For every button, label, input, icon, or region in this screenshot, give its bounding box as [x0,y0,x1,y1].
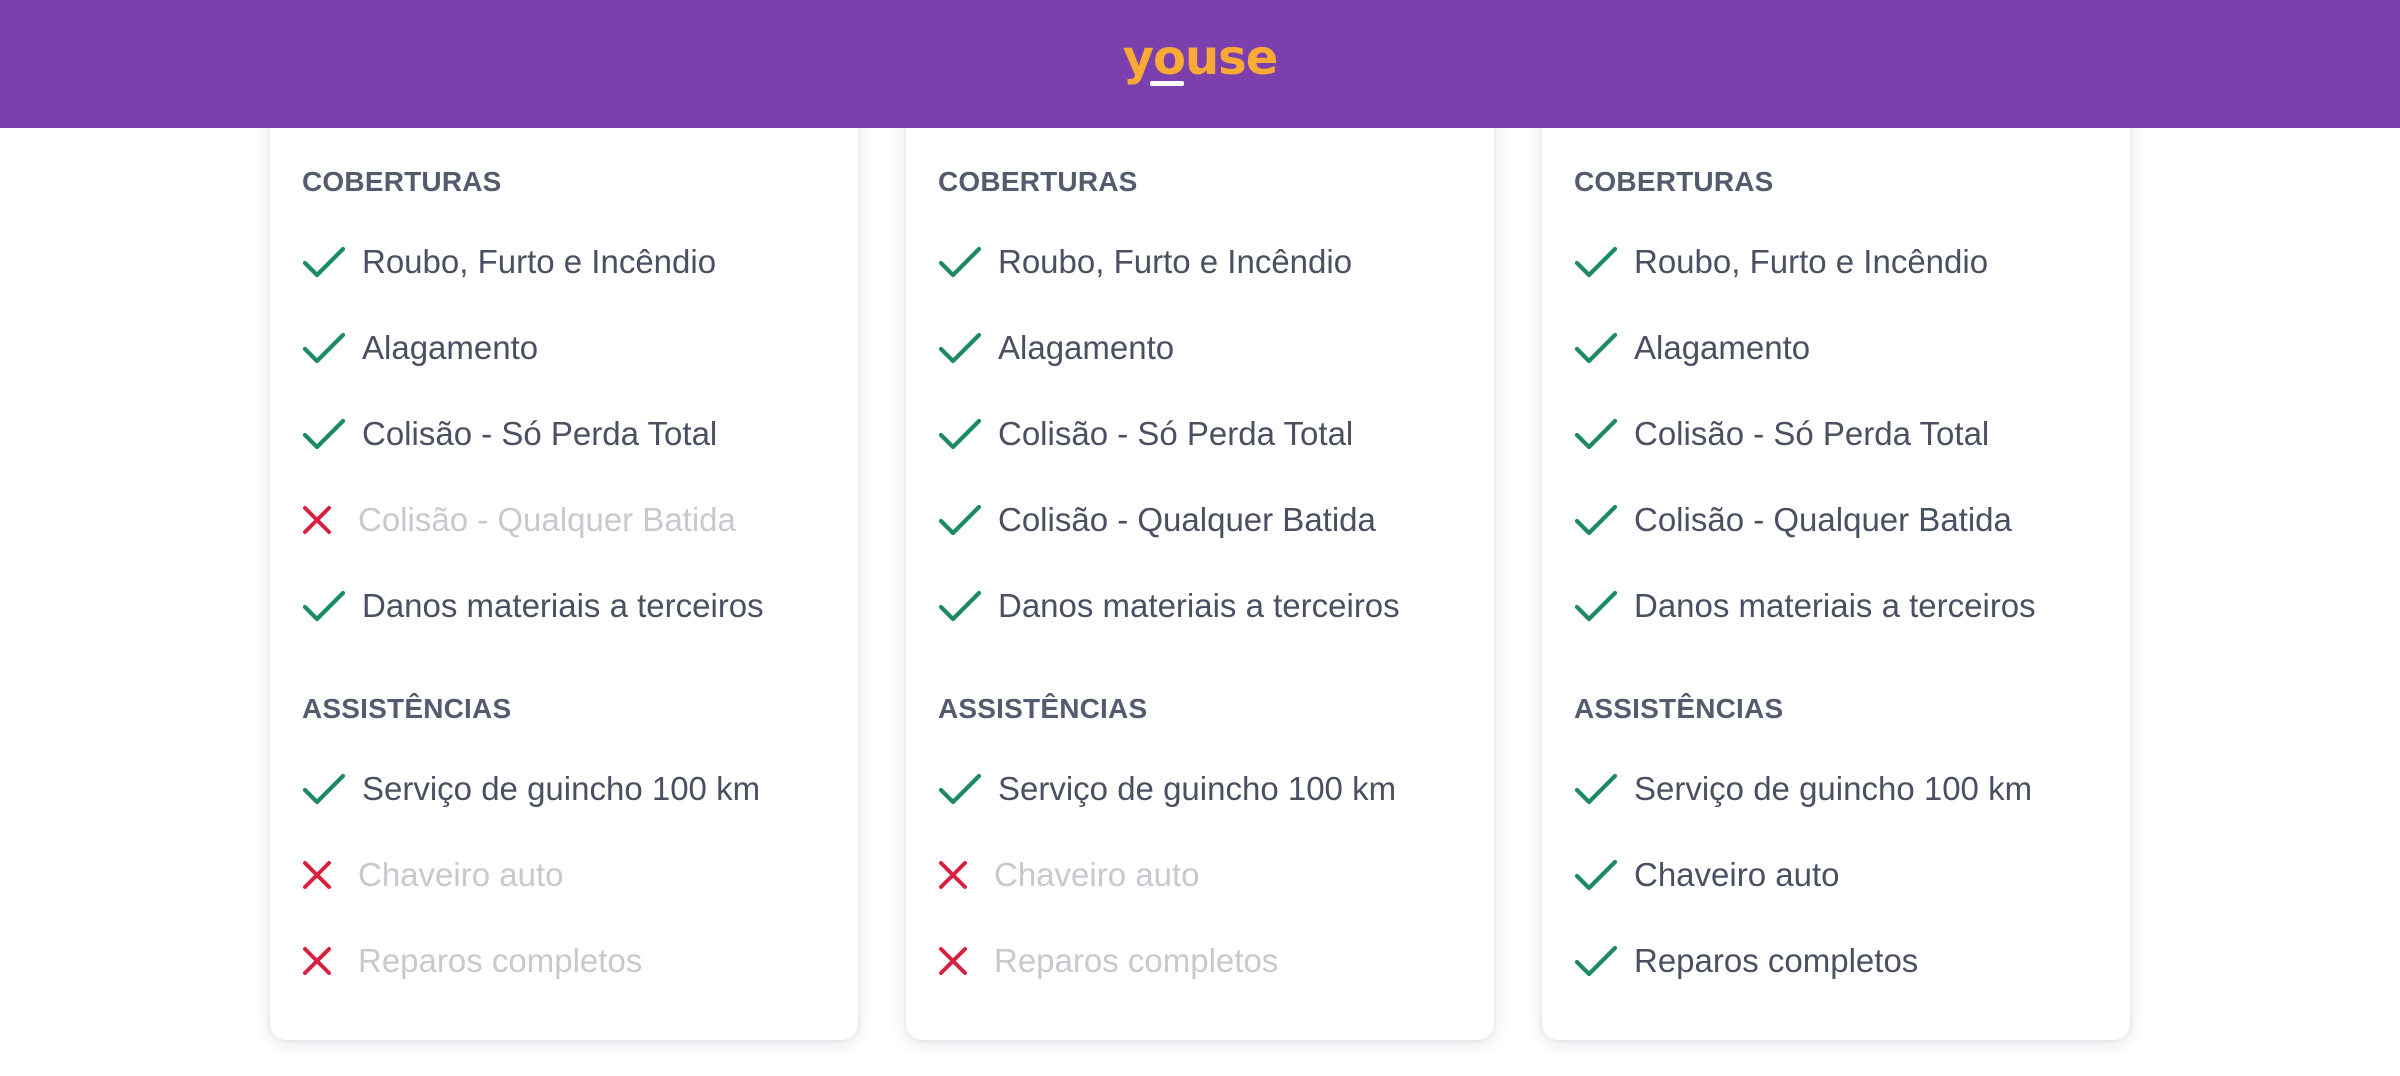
close-icon [938,849,994,901]
youse-logo[interactable]: youse [1116,30,1284,90]
logo-underline [1150,81,1184,86]
coverage-item-label: Colisão - Qualquer Batida [358,501,736,538]
coverage-section-title: COBERTURAS [938,166,1138,197]
coverage-item: Serviço de guincho 100 km [302,746,838,832]
coverage-item: Reparos completos [938,918,1474,1004]
coverage-list: Roubo, Furto e Incêndio Alagamento Colisão… [1574,219,2110,649]
check-icon [1574,580,1634,632]
coverage-item-label: Reparos completos [358,942,643,979]
coverage-item: Colisão - Só Perda Total [302,391,838,477]
plan-card-content: COBERTURAS Roubo, Furto e Incêndio Alagame… [302,164,838,1004]
assistance-list: Serviço de guincho 100 km Chaveiro auto Re… [302,746,838,1004]
plan-card: COBERTURAS Roubo, Furto e Incêndio Alagame… [1542,60,2130,1040]
plan-card-content: COBERTURAS Roubo, Furto e Incêndio Alagame… [938,164,1474,1004]
coverage-item: Colisão - Qualquer Batida [302,477,838,563]
coverage-item-label: Roubo, Furto e Incêndio [1634,243,1989,280]
check-icon [938,580,998,632]
coverage-item-label: Reparos completos [1634,942,1919,979]
coverage-item: Roubo, Furto e Incêndio [1574,219,2110,305]
check-icon [1574,322,1634,374]
coverage-item-label: Chaveiro auto [1634,856,1840,893]
check-icon [1574,494,1634,546]
coverage-section-title: COBERTURAS [1574,166,1774,197]
assistance-list: Serviço de guincho 100 km Chaveiro auto Re… [1574,746,2110,1004]
coverage-item-label: Chaveiro auto [358,856,564,893]
assistance-section-title: ASSISTÊNCIAS [302,693,512,724]
coverage-item: Roubo, Furto e Incêndio [938,219,1474,305]
coverage-item-label: Serviço de guincho 100 km [998,770,1397,807]
coverage-item: Chaveiro auto [1574,832,2110,918]
coverage-item-label: Alagamento [998,329,1175,366]
check-icon [302,236,362,288]
coverage-item: Alagamento [1574,305,2110,391]
coverage-item-label: Colisão - Só Perda Total [362,415,718,452]
coverage-list: Roubo, Furto e Incêndio Alagamento Colisão… [302,219,838,649]
check-icon [938,763,998,815]
coverage-item-label: Colisão - Só Perda Total [1634,415,1990,452]
coverage-item-label: Danos materiais a terceiros [362,587,764,624]
assistance-section-title: ASSISTÊNCIAS [938,693,1148,724]
plan-card-content: COBERTURAS Roubo, Furto e Incêndio Alagame… [1574,164,2110,1004]
coverage-item: Danos materiais a terceiros [938,563,1474,649]
coverage-item: Colisão - Só Perda Total [938,391,1474,477]
coverage-list: Roubo, Furto e Incêndio Alagamento Colisão… [938,219,1474,649]
coverage-item: Serviço de guincho 100 km [1574,746,2110,832]
coverage-section-title: COBERTURAS [302,166,502,197]
coverage-item: Alagamento [302,305,838,391]
check-icon [938,236,998,288]
coverage-item: Chaveiro auto [938,832,1474,918]
plan-card: COBERTURAS Roubo, Furto e Incêndio Alagame… [270,60,858,1040]
check-icon [1574,236,1634,288]
coverage-item: Reparos completos [1574,918,2110,1004]
coverage-item: Colisão - Qualquer Batida [1574,477,2110,563]
check-icon [938,322,998,374]
check-icon [938,408,998,460]
coverage-item-label: Danos materiais a terceiros [1634,587,2036,624]
check-icon [302,322,362,374]
check-icon [1574,763,1634,815]
check-icon [302,580,362,632]
coverage-item: Reparos completos [302,918,838,1004]
close-icon [302,494,358,546]
check-icon [302,763,362,815]
coverage-item: Serviço de guincho 100 km [938,746,1474,832]
coverage-item-label: Chaveiro auto [994,856,1200,893]
check-icon [1574,849,1634,901]
assistance-list: Serviço de guincho 100 km Chaveiro auto Re… [938,746,1474,1004]
close-icon [938,935,994,987]
coverage-item-label: Alagamento [362,329,539,366]
coverage-item-label: Colisão - Só Perda Total [998,415,1354,452]
coverage-item-label: Serviço de guincho 100 km [1634,770,2033,807]
coverage-item-label: Reparos completos [994,942,1279,979]
close-icon [302,849,358,901]
coverage-item-label: Serviço de guincho 100 km [362,770,761,807]
close-icon [302,935,358,987]
assistance-section-title: ASSISTÊNCIAS [1574,693,1784,724]
coverage-item: Roubo, Furto e Incêndio [302,219,838,305]
coverage-item-label: Alagamento [1634,329,1811,366]
coverage-item-label: Colisão - Qualquer Batida [1634,501,2012,538]
plan-card: COBERTURAS Roubo, Furto e Incêndio Alagame… [906,60,1494,1040]
top-header: youse [0,0,2400,128]
coverage-item: Colisão - Qualquer Batida [938,477,1474,563]
logo-text: youse [1123,30,1278,86]
coverage-item: Alagamento [938,305,1474,391]
coverage-item: Danos materiais a terceiros [1574,563,2110,649]
coverage-item-label: Danos materiais a terceiros [998,587,1400,624]
check-icon [1574,935,1634,987]
coverage-item-label: Roubo, Furto e Incêndio [998,243,1353,280]
check-icon [938,494,998,546]
coverage-item-label: Colisão - Qualquer Batida [998,501,1376,538]
coverage-item-label: Roubo, Furto e Incêndio [362,243,717,280]
coverage-item: Chaveiro auto [302,832,838,918]
coverage-item: Danos materiais a terceiros [302,563,838,649]
check-icon [302,408,362,460]
check-icon [1574,408,1634,460]
coverage-item: Colisão - Só Perda Total [1574,391,2110,477]
